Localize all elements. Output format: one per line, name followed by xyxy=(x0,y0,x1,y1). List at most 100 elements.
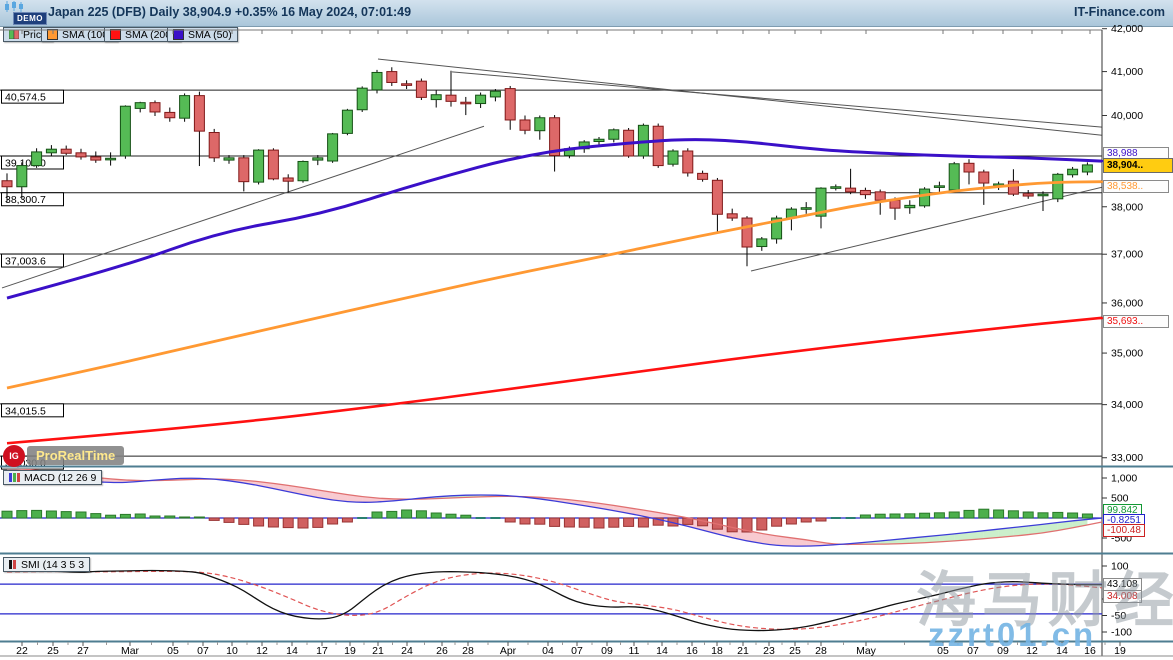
macd-hist-up xyxy=(461,515,471,518)
macd-hist-down xyxy=(624,518,634,526)
candle-up xyxy=(106,158,116,160)
candle-up xyxy=(17,166,27,187)
macd-hist-up xyxy=(76,512,86,518)
candle-down xyxy=(283,178,293,181)
time-tick-label: 14 xyxy=(656,645,668,657)
candle-up xyxy=(1068,169,1078,175)
main-price-panel: 40,574.539,100.038,300.737,003.634,015.5… xyxy=(0,30,1102,470)
candle-up xyxy=(135,103,145,109)
time-tick-label: 17 xyxy=(316,645,328,657)
candle-up xyxy=(1053,174,1063,199)
candle-up xyxy=(1038,194,1048,196)
trading-app-window: DEMO Japan 225 (DFB) Daily 38,904.9 +0.3… xyxy=(0,0,1173,660)
candle-up xyxy=(372,72,382,89)
candle-down xyxy=(683,151,693,173)
macd-hist-up xyxy=(446,514,456,518)
macd-hist-up xyxy=(934,513,944,518)
candle-down xyxy=(446,95,456,101)
smi-indicator-box[interactable]: SMI (14 3 5 3 xyxy=(3,557,90,572)
price-tick-label: 37,000 xyxy=(1111,249,1143,261)
macd-indicator-box[interactable]: MACD (12 26 9 xyxy=(3,470,102,485)
candle-down xyxy=(890,200,900,208)
candle-up xyxy=(328,134,338,161)
price-tick-label: 34,000 xyxy=(1111,399,1143,411)
candle-down xyxy=(860,190,870,194)
macd-hist-up xyxy=(372,512,382,518)
candle-down xyxy=(653,126,663,165)
macd-line xyxy=(7,476,1102,546)
prorealtime-watermark: ProRealTime xyxy=(27,446,124,465)
candle-up xyxy=(224,158,234,160)
candle-up xyxy=(905,205,915,207)
macd-hist-up xyxy=(135,514,145,518)
candle-down xyxy=(742,218,752,247)
time-tick-label: Mar xyxy=(121,645,140,657)
time-tick-label: 25 xyxy=(789,645,801,657)
candle-up xyxy=(757,239,767,247)
price-tick-label: 35,000 xyxy=(1111,348,1143,360)
time-tick-label: 14 xyxy=(286,645,298,657)
sma100-price-label: 38,538.. xyxy=(1103,180,1169,193)
macd-hist-up xyxy=(875,514,885,518)
candle-down xyxy=(1023,194,1033,196)
time-tick-label: 18 xyxy=(711,645,723,657)
candle-down xyxy=(61,149,71,153)
candle-up xyxy=(594,139,604,141)
macd-hist-down xyxy=(550,518,560,526)
macd-hist-zero xyxy=(846,517,856,519)
macd-icon xyxy=(9,473,20,482)
sma100-line[interactable] xyxy=(7,182,1102,388)
macd-hist-zero xyxy=(831,517,841,519)
price-tick-label: 40,000 xyxy=(1111,110,1143,122)
macd-hist-zero xyxy=(357,517,367,519)
macd-hist-down xyxy=(801,518,811,522)
macd-hist-down xyxy=(342,518,352,522)
candle-down xyxy=(712,180,722,214)
time-tick-label: 04 xyxy=(542,645,554,657)
level-label: 37,003.6 xyxy=(5,256,46,268)
macd-hist-up xyxy=(106,515,116,518)
macd-panel[interactable] xyxy=(0,468,1102,547)
candle-down xyxy=(209,132,219,157)
macd-hist-up xyxy=(61,512,71,518)
price-tick-label: 33,000 xyxy=(1111,452,1143,464)
candlesticks[interactable] xyxy=(2,67,1092,266)
time-tick-label: 24 xyxy=(401,645,413,657)
time-tick-label: 07 xyxy=(197,645,209,657)
macd-hist-down xyxy=(757,518,767,530)
candle-down xyxy=(846,188,856,192)
candle-up xyxy=(431,95,441,100)
candle-up xyxy=(32,152,42,166)
macd-hist-zero xyxy=(476,517,486,519)
time-tick-label: 11 xyxy=(629,645,640,657)
macd-hist-down xyxy=(564,518,574,527)
macd-hist-up xyxy=(920,513,930,518)
candle-up xyxy=(609,130,619,139)
macd-hist-down xyxy=(816,518,826,521)
candle-down xyxy=(1008,181,1018,194)
candle-up xyxy=(180,96,190,119)
macd-tick-label: 1,000 xyxy=(1111,473,1137,485)
sma200-line[interactable] xyxy=(7,318,1102,443)
macd-hist-up xyxy=(32,510,42,518)
smi-indicator-label: SMI (14 3 5 3 xyxy=(21,559,84,571)
macd-hist-down xyxy=(328,518,338,524)
price-tick-label: 38,000 xyxy=(1111,201,1143,213)
macd-hist-up xyxy=(402,510,412,518)
candle-up xyxy=(934,186,944,188)
macd-hist-down xyxy=(727,518,737,532)
time-tick-label: 09 xyxy=(601,645,613,657)
candle-down xyxy=(461,102,471,104)
level-label: 40,574.5 xyxy=(5,92,46,104)
macd-hist-up xyxy=(1008,511,1018,518)
macd-hist-down xyxy=(298,518,308,528)
macd-hist-up xyxy=(905,514,915,518)
macd-tick-label: 500 xyxy=(1111,493,1129,505)
macd-hist-zero xyxy=(490,517,500,519)
level-label: 34,015.5 xyxy=(5,405,46,417)
macd-hist-down xyxy=(786,518,796,524)
last-price-label: 38,904.. xyxy=(1103,158,1173,173)
candle-down xyxy=(402,84,412,86)
macd-hist-up xyxy=(964,510,974,518)
macd-hist-down xyxy=(638,518,648,527)
